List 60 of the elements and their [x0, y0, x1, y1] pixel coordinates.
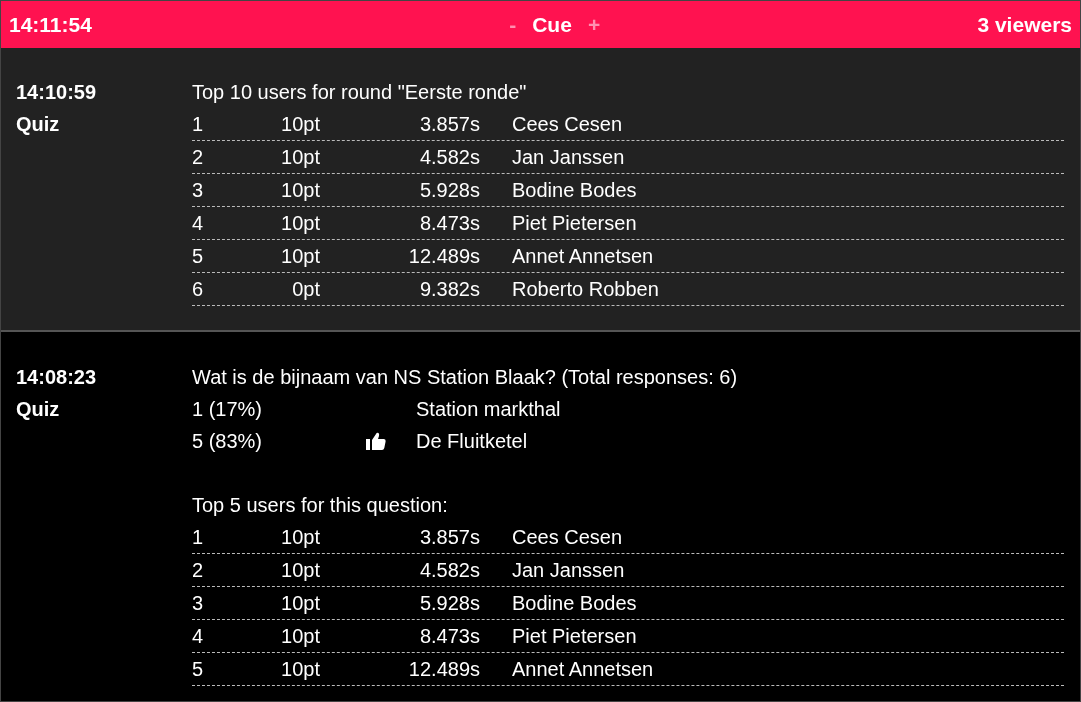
points-cell-text: 10pt [280, 244, 320, 268]
points-cell-text: 10pt [280, 558, 320, 582]
name-cell: Cees Cesen [512, 112, 623, 136]
points-cell-text: 10pt [280, 112, 320, 136]
name-cell: Roberto Robben [512, 277, 659, 301]
name-cell: Annet Annetsen [512, 657, 654, 681]
page-title: Cue [532, 12, 572, 37]
name-cell: Jan Janssen [512, 145, 625, 169]
time-cell-text: 4.582s [418, 558, 480, 582]
rank-cell-text: 6 [192, 277, 205, 301]
time-cell-text: 8.473s [418, 624, 480, 648]
entry-time: 14:08:23 [16, 365, 98, 390]
time-cell-text: 8.473s [418, 211, 480, 235]
name-cell: Bodine Bodes [512, 178, 637, 202]
points-cell-text: 10pt [280, 145, 320, 169]
points-cell-text: 10pt [280, 624, 320, 648]
points-cell-text: 10pt [280, 211, 320, 235]
answer-count: 5 (83%) [192, 429, 264, 454]
name-cell: Piet Pietersen [512, 624, 637, 648]
answer-text: Station markthal [416, 397, 561, 422]
points-cell-text: 10pt [280, 178, 320, 202]
time-cell-text: 5.928s [418, 178, 480, 202]
answer-text: De Fluitketel [416, 429, 528, 454]
time-cell-text: 5.928s [418, 591, 480, 615]
answer-count: 1 (17%) [192, 397, 264, 422]
rank-cell-text: 4 [192, 624, 205, 648]
rank-cell-text: 3 [192, 178, 205, 202]
name-cell: Piet Pietersen [512, 211, 637, 235]
name-cell: Annet Annetsen [512, 244, 654, 268]
rank-cell-text: 2 [192, 558, 205, 582]
rank-cell-text: 1 [192, 112, 205, 136]
ranking-title: Top 5 users for this question: [192, 493, 449, 518]
rank-cell-text: 5 [192, 244, 205, 268]
entry-type: Quiz [16, 112, 61, 137]
points-cell-text: 0pt [291, 277, 320, 301]
rank-cell-text: 4 [192, 211, 205, 235]
entry-title: Wat is de bijnaam van NS Station Blaak? (Total responses: 6) [192, 365, 739, 390]
rank-cell-text: 2 [192, 145, 205, 169]
name-cell: Bodine Bodes [512, 591, 637, 615]
rank-cell-text: 5 [192, 657, 205, 681]
rank-cell-text: 3 [192, 591, 205, 615]
name-cell: Cees Cesen [512, 525, 623, 549]
points-cell-text: 10pt [280, 657, 320, 681]
points-cell-text: 10pt [280, 591, 320, 615]
decrease-button[interactable]: - [507, 12, 519, 37]
time-cell-text: 9.382s [418, 277, 480, 301]
entry-type: Quiz [16, 397, 61, 422]
clock: 14:11:54 [9, 12, 92, 37]
name-cell: Jan Janssen [512, 558, 625, 582]
time-cell-text: 12.489s [407, 657, 480, 681]
rank-cell-text: 1 [192, 525, 205, 549]
time-cell-text: 3.857s [418, 525, 480, 549]
entry-title: Top 10 users for round "Eerste ronde" [192, 80, 528, 105]
increase-button[interactable]: + [585, 12, 603, 37]
time-cell-text: 4.582s [418, 145, 480, 169]
time-cell-text: 3.857s [418, 112, 480, 136]
viewer-count: 3 viewers [977, 12, 1072, 37]
points-cell-text: 10pt [280, 525, 320, 549]
time-cell-text: 12.489s [407, 244, 480, 268]
entry-time: 14:10:59 [16, 80, 98, 105]
